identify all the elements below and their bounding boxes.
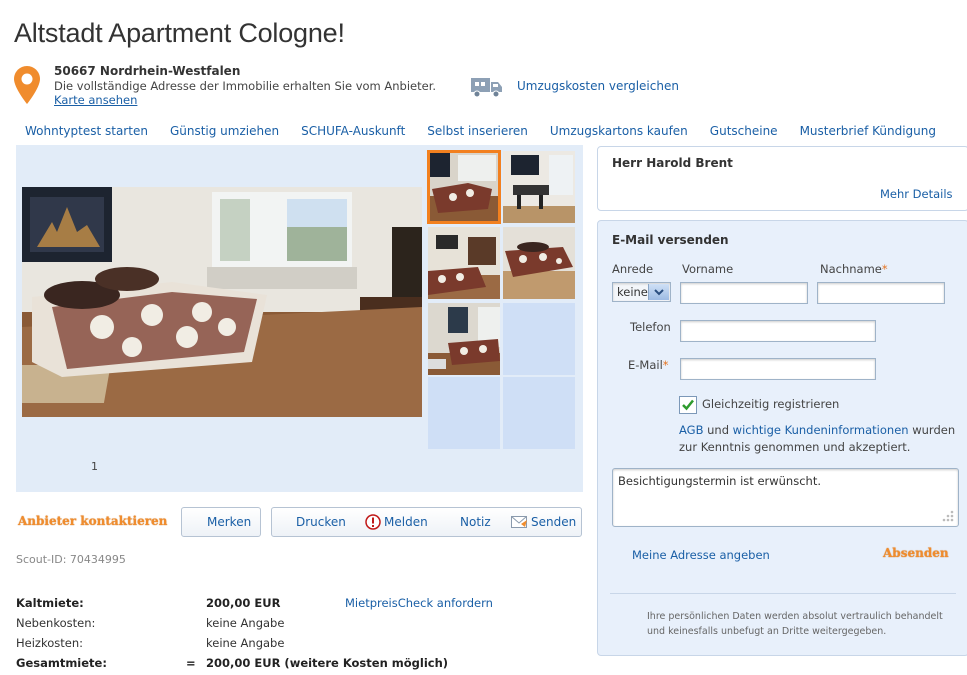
tab-gutscheine[interactable]: Gutscheine: [710, 124, 778, 144]
submit-button[interactable]: Absenden: [883, 546, 949, 560]
price-check-link[interactable]: MietpreisCheck anfordern: [345, 593, 493, 613]
heating-costs-value: keine Angabe: [206, 636, 285, 650]
privacy-line2: und keinesfalls unbefugt an Dritte weite…: [647, 626, 887, 637]
extra-costs-value: keine Angabe: [206, 616, 285, 630]
tab-umzugskartons[interactable]: Umzugskartons kaufen: [550, 124, 688, 144]
salutation-label: Anrede: [612, 262, 654, 276]
remember-button[interactable]: Merken: [181, 507, 261, 537]
email-label: E-Mail*: [628, 358, 669, 372]
thumbnail-empty: [503, 303, 575, 375]
total-rent-value: 200,00 EUR (weitere Kosten möglich): [206, 656, 449, 670]
last-name-field[interactable]: [817, 282, 945, 304]
main-photo[interactable]: [22, 187, 422, 417]
contact-card: Herr Harold Brent Mehr Details: [597, 146, 967, 211]
resize-handle-icon[interactable]: [941, 509, 955, 523]
terms-text: AGB und wichtige Kundeninformationen wur…: [679, 422, 964, 456]
note-button[interactable]: Notiz: [460, 515, 491, 529]
first-name-field[interactable]: [680, 282, 808, 304]
heating-costs-label: Heizkosten:: [16, 636, 83, 650]
remember-label: Merken: [207, 515, 252, 529]
print-button[interactable]: Drucken: [296, 515, 346, 529]
last-name-label: Nachname*: [820, 262, 888, 276]
thumbnail-3[interactable]: [428, 227, 500, 299]
tab-guenstig-umziehen[interactable]: Günstig umziehen: [170, 124, 279, 144]
moving-costs-link[interactable]: Umzugskosten vergleichen: [517, 79, 679, 93]
tab-musterbrief[interactable]: Musterbrief Kündigung: [800, 124, 936, 144]
customer-info-link[interactable]: wichtige Kundeninformationen: [733, 423, 909, 437]
email-form: E-Mail versenden Anrede Vorname Nachname…: [597, 220, 967, 656]
first-name-label: Vorname: [682, 262, 734, 276]
phone-label: Telefon: [630, 320, 671, 334]
checkmark-icon: [682, 399, 694, 411]
tab-schufa[interactable]: SCHUFA-Auskunft: [301, 124, 405, 144]
register-label: Gleichzeitig registrieren: [702, 397, 840, 411]
terms-line2: zur Kenntnis genommen und akzeptiert.: [679, 440, 911, 454]
phone-field[interactable]: [680, 320, 876, 342]
tab-selbst-inserieren[interactable]: Selbst inserieren: [427, 124, 528, 144]
email-field[interactable]: [680, 358, 876, 380]
thumbnail-4[interactable]: [503, 227, 575, 299]
gallery-page-number: 1: [91, 460, 98, 473]
envelope-icon: [511, 516, 527, 528]
register-checkbox[interactable]: [679, 396, 697, 414]
terms-and: und: [707, 423, 730, 437]
my-address-link[interactable]: Meine Adresse angeben: [632, 548, 770, 562]
address-note: Die vollständige Adresse der Immobilie e…: [54, 79, 437, 93]
message-text: Besichtigungstermin ist erwünscht.: [618, 474, 821, 488]
scout-id: Scout-ID: 70434995: [16, 553, 126, 566]
divider: [610, 593, 956, 594]
contact-provider-link[interactable]: Anbieter kontaktieren: [18, 514, 167, 528]
report-icon: [365, 514, 381, 530]
send-button[interactable]: Senden: [531, 515, 576, 529]
total-rent-equals: =: [186, 656, 196, 670]
thumbnail-1[interactable]: [427, 150, 501, 224]
action-toolbar: Drucken Melden Notiz Senden: [271, 507, 582, 537]
chevron-down-icon: [648, 284, 669, 300]
tab-wohntyptest[interactable]: Wohntyptest starten: [25, 124, 148, 144]
truck-icon: [471, 78, 502, 98]
salutation-select[interactable]: keine: [612, 282, 671, 302]
page-title: Altstadt Apartment Cologne!: [14, 18, 345, 48]
extra-costs-label: Nebenkosten:: [16, 616, 96, 630]
privacy-line1: Ihre persönlichen Daten werden absolut v…: [647, 611, 943, 622]
more-details-link[interactable]: Mehr Details: [880, 187, 953, 201]
form-heading: E-Mail versenden: [612, 233, 729, 247]
location-pin-icon: [14, 66, 40, 104]
cost-table: Kaltmiete: 200,00 EUR MietpreisCheck anf…: [16, 593, 576, 673]
cold-rent-label: Kaltmiete:: [16, 596, 84, 610]
service-nav: Wohntyptest starten Günstig umziehen SCH…: [14, 124, 947, 144]
message-textarea[interactable]: Besichtigungstermin ist erwünscht.: [612, 468, 959, 527]
total-rent-label: Gesamtmiete:: [16, 656, 107, 670]
thumbnail-empty: [428, 377, 500, 449]
salutation-value: keine: [617, 285, 648, 299]
privacy-note: Ihre persönlichen Daten werden absolut v…: [647, 609, 957, 639]
cold-rent-value: 200,00 EUR: [206, 596, 281, 610]
thumbnail-5[interactable]: [428, 303, 500, 375]
thumbnail-2[interactable]: [503, 151, 575, 223]
view-map-link[interactable]: Karte ansehen: [54, 93, 137, 107]
address-postcode-region: 50667 Nordrhein-Westfalen: [54, 64, 241, 78]
thumbnail-empty: [503, 377, 575, 449]
report-button[interactable]: Melden: [384, 515, 428, 529]
contact-name: Herr Harold Brent: [612, 156, 733, 170]
terms-rest: wurden: [912, 423, 956, 437]
agb-link[interactable]: AGB: [679, 423, 703, 437]
